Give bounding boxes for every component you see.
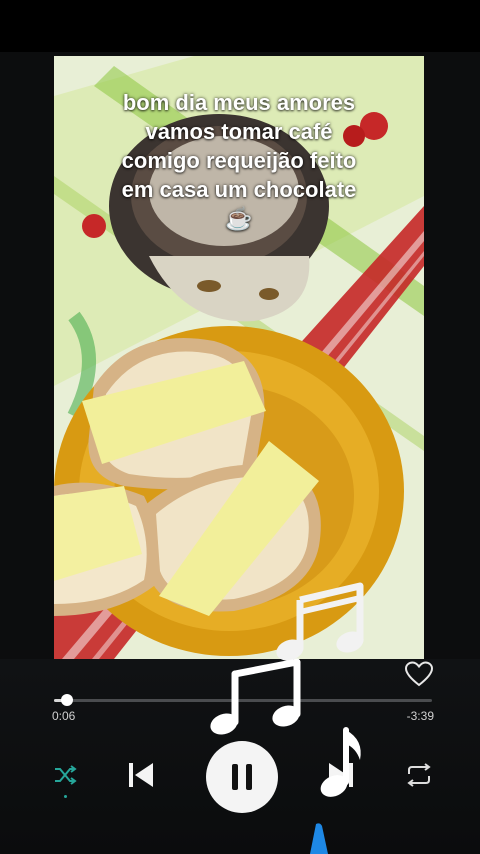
caption-line: comigo requeijão feito bbox=[121, 148, 357, 173]
blue-sticker-icon bbox=[310, 823, 328, 854]
story-caption: bom dia meus amores vamos tomar café com… bbox=[54, 88, 424, 233]
repeat-icon[interactable] bbox=[404, 762, 434, 788]
heart-outline-icon[interactable] bbox=[404, 660, 434, 688]
caption-line: vamos tomar café bbox=[145, 119, 333, 144]
caption-line: bom dia meus amores bbox=[122, 90, 356, 115]
story-image[interactable]: bom dia meus amores vamos tomar café com… bbox=[54, 56, 424, 659]
pause-button[interactable] bbox=[206, 741, 278, 813]
music-notes-icon bbox=[320, 727, 361, 797]
shuffle-active-dot bbox=[64, 795, 67, 798]
status-bar bbox=[0, 0, 480, 52]
caption-line: em casa um chocolate bbox=[121, 177, 357, 202]
remaining-time: -3:39 bbox=[406, 709, 434, 723]
coffee-emoji: ☕ bbox=[225, 206, 253, 231]
pause-icon bbox=[232, 764, 252, 790]
music-notes-icon bbox=[210, 658, 301, 735]
skip-previous-icon[interactable] bbox=[126, 760, 156, 790]
shuffle-icon[interactable] bbox=[52, 762, 78, 788]
elapsed-time: 0:06 bbox=[52, 709, 76, 723]
music-notes-icon bbox=[276, 582, 364, 661]
